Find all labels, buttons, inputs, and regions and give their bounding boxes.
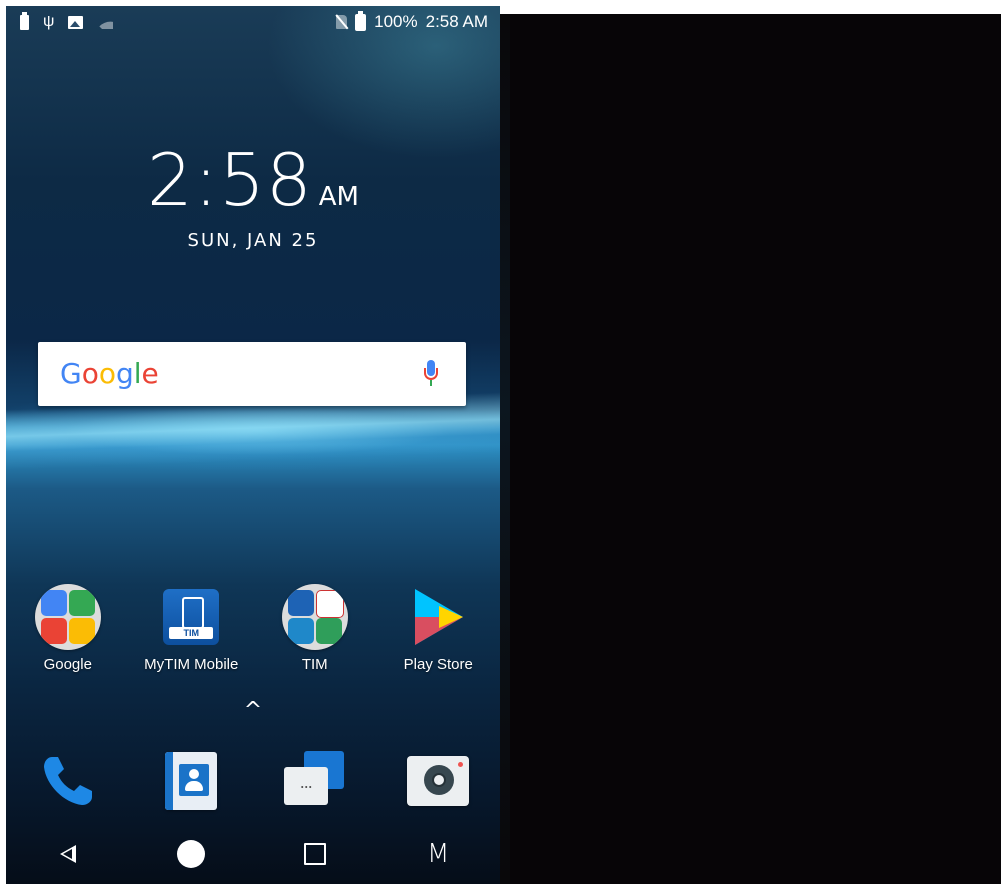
mytim-icon: TIM bbox=[158, 584, 224, 650]
app-tim-folder[interactable]: TIM bbox=[260, 584, 370, 684]
dock-phone[interactable] bbox=[13, 746, 123, 816]
play-store-icon bbox=[405, 584, 471, 650]
app-label: Google bbox=[43, 656, 92, 673]
clock-time-row: 2:58 AM bbox=[6, 138, 500, 222]
google-search-bar[interactable]: Google bbox=[38, 342, 466, 406]
app-drawer-caret-icon[interactable]: ^ bbox=[241, 698, 265, 723]
navigation-bar: M bbox=[6, 824, 500, 884]
notification-icons: ψ bbox=[20, 11, 113, 30]
back-button[interactable] bbox=[38, 824, 98, 884]
phone-icon bbox=[38, 751, 98, 811]
clock-date: SUN, JAN 25 bbox=[187, 230, 319, 251]
contacts-icon bbox=[165, 752, 218, 810]
app-google-folder[interactable]: Google bbox=[13, 584, 123, 684]
recents-icon bbox=[303, 843, 326, 865]
app-label: TIM bbox=[301, 656, 328, 673]
google-logo: Google bbox=[60, 357, 159, 390]
app-play-store[interactable]: Play Store bbox=[383, 584, 493, 684]
dock-messages[interactable]: ... bbox=[260, 746, 370, 816]
no-sim-icon bbox=[336, 15, 348, 29]
google-folder-icon bbox=[34, 584, 101, 650]
clock-ampm: AM bbox=[318, 182, 359, 212]
screenshot-canvas: ψ 100% 2:58 AM 2:58 AM SUN, JAN 25 Google bbox=[0, 0, 1001, 884]
home-app-row: Google TIM MyTIM Mobile TIM Play Store bbox=[6, 584, 500, 684]
messages-glyph: ... bbox=[283, 767, 328, 805]
system-icons: 100% 2:58 AM bbox=[336, 10, 488, 32]
clock-widget[interactable]: 2:58 AM SUN, JAN 25 bbox=[6, 138, 500, 251]
black-empty-panel bbox=[500, 14, 1001, 884]
menu-button[interactable]: M bbox=[408, 824, 468, 884]
back-icon bbox=[59, 845, 76, 863]
battery-percent: 100% bbox=[374, 12, 418, 31]
tim-badge: TIM bbox=[169, 627, 214, 639]
image-icon bbox=[68, 15, 84, 29]
messages-icon: ... bbox=[283, 751, 346, 811]
camera-icon bbox=[407, 756, 470, 806]
menu-m-label: M bbox=[427, 839, 450, 869]
mic-icon[interactable] bbox=[424, 360, 438, 390]
phone-home-screen: ψ 100% 2:58 AM 2:58 AM SUN, JAN 25 Google bbox=[6, 6, 500, 884]
status-time: 2:58 AM bbox=[425, 12, 488, 31]
battery-icon bbox=[355, 10, 367, 31]
dock-contacts[interactable] bbox=[136, 746, 246, 816]
app-label: Play Store bbox=[403, 656, 473, 673]
tim-folder-icon bbox=[281, 584, 348, 650]
app-mytim-mobile[interactable]: TIM MyTIM Mobile bbox=[136, 584, 246, 684]
clock-time: 2:58 bbox=[147, 138, 313, 222]
home-button[interactable] bbox=[161, 824, 221, 884]
dock-camera[interactable] bbox=[383, 746, 493, 816]
dock: ... bbox=[6, 746, 500, 816]
usb-icon: ψ bbox=[43, 13, 55, 30]
battery-saver-icon bbox=[20, 11, 29, 30]
recents-button[interactable] bbox=[285, 824, 345, 884]
status-bar: ψ 100% 2:58 AM bbox=[6, 6, 500, 40]
wifi-icon bbox=[97, 16, 113, 29]
home-icon bbox=[177, 840, 206, 868]
app-label: MyTIM Mobile bbox=[144, 656, 239, 673]
